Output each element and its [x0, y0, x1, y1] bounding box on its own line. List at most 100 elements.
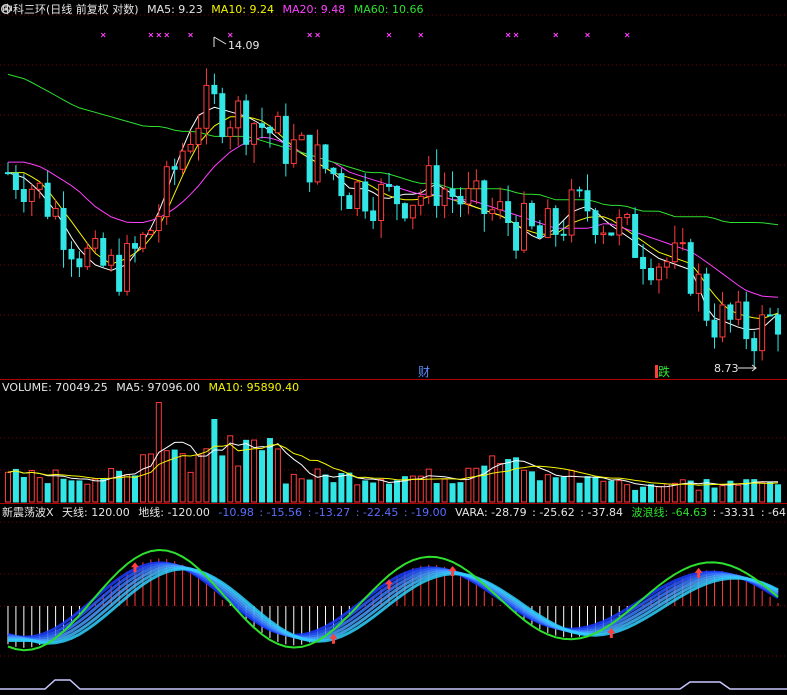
candle-body	[735, 301, 742, 320]
volume-bar	[624, 484, 631, 503]
candle-body	[632, 214, 639, 258]
stock-chart[interactable]: 14.09 8.73 财 跌	[0, 0, 787, 695]
volume-bar	[179, 453, 186, 503]
signal-markers	[100, 32, 630, 38]
candle-body	[243, 100, 250, 145]
candle-body	[378, 184, 385, 221]
candlesticks[interactable]	[4, 68, 782, 367]
high-pointer	[213, 36, 227, 47]
high-price-label: 14.09	[228, 39, 260, 52]
candle-body	[139, 233, 146, 249]
volume-bar	[513, 457, 520, 503]
volume-bar	[552, 477, 559, 503]
candle-body	[727, 304, 734, 320]
volume-ma5-line	[7, 441, 779, 488]
volume-bar	[378, 479, 385, 503]
candle-body	[195, 127, 202, 145]
volume-bar	[314, 468, 321, 503]
candle-body	[116, 254, 123, 292]
volume-bar	[560, 476, 567, 503]
signal-cross	[418, 32, 424, 38]
candle-body	[552, 208, 559, 235]
candle-body	[648, 267, 655, 281]
volume-bar	[759, 482, 766, 503]
arrow-right-icon	[738, 364, 757, 372]
volume-bar	[528, 471, 535, 503]
volume-bar	[147, 453, 154, 503]
signal-cross	[188, 32, 193, 38]
volume-bar	[100, 478, 107, 503]
candle-body	[751, 338, 758, 352]
candle-body	[290, 139, 297, 164]
candle-body	[640, 256, 647, 269]
candle-body	[179, 150, 186, 170]
signal-cross	[307, 32, 312, 38]
signal-cross	[227, 32, 233, 38]
candle-body	[425, 165, 432, 197]
signal-cross	[553, 32, 559, 38]
candle-body	[703, 273, 710, 321]
candle-body	[251, 123, 258, 145]
finance-event-marker[interactable]: 财	[418, 365, 430, 379]
candle-body	[52, 207, 59, 217]
price-drop-marker[interactable]: 跌	[658, 364, 670, 379]
candle-body	[616, 217, 623, 236]
candle-body	[465, 188, 472, 205]
ma10-line	[8, 116, 779, 320]
ground-line	[0, 679, 787, 690]
candle-body	[608, 232, 615, 236]
candle-body	[44, 182, 51, 217]
candle-body	[393, 185, 400, 205]
volume-bar	[330, 482, 337, 503]
volume-bar	[338, 473, 345, 503]
candle-body	[346, 195, 353, 210]
candle-body	[520, 202, 527, 251]
volume-bar	[386, 483, 393, 503]
volume-bar	[671, 482, 678, 503]
volume-bar	[4, 471, 11, 503]
candle-body	[92, 238, 99, 249]
volume-bar	[711, 487, 718, 503]
volume-bar	[505, 459, 512, 503]
candle-body	[600, 232, 607, 236]
candle-body	[544, 208, 551, 239]
candle-body	[274, 115, 281, 134]
signal-cross	[513, 32, 519, 38]
volume-bar	[76, 480, 83, 503]
volume-bar	[219, 455, 226, 503]
volume-bar	[568, 469, 575, 503]
volume-bar	[640, 486, 647, 503]
candle-body	[314, 144, 321, 183]
candle-body	[624, 214, 631, 219]
volume-bar	[393, 480, 400, 503]
candle-body	[266, 126, 273, 134]
signal-cross	[156, 32, 162, 38]
volume-bar	[481, 465, 488, 503]
signal-cross	[164, 32, 170, 38]
volume-bar	[124, 474, 131, 503]
volume-bar	[616, 480, 623, 503]
candle-body	[663, 261, 670, 268]
signal-cross	[148, 32, 154, 38]
volume-bar	[346, 472, 353, 503]
ma5-line	[7, 106, 779, 330]
candle-body	[568, 189, 575, 236]
volume-bar	[449, 483, 456, 503]
volume-bar	[473, 467, 480, 503]
volume-bar	[108, 468, 115, 503]
candle-body	[124, 243, 131, 292]
volume-bar	[775, 484, 782, 503]
signal-cross	[505, 32, 511, 38]
volume-bar	[195, 454, 202, 503]
volume-bar	[28, 469, 35, 503]
ma60-line	[7, 73, 779, 226]
volume-bar	[20, 476, 27, 503]
volume-bar	[92, 478, 99, 503]
candle-body	[4, 172, 11, 175]
candle-body	[338, 173, 345, 197]
moving-average-lines	[7, 73, 779, 330]
volume-bar	[139, 454, 146, 503]
candle-body	[28, 188, 35, 202]
candle-body	[505, 201, 512, 223]
volume-bar	[576, 482, 583, 503]
